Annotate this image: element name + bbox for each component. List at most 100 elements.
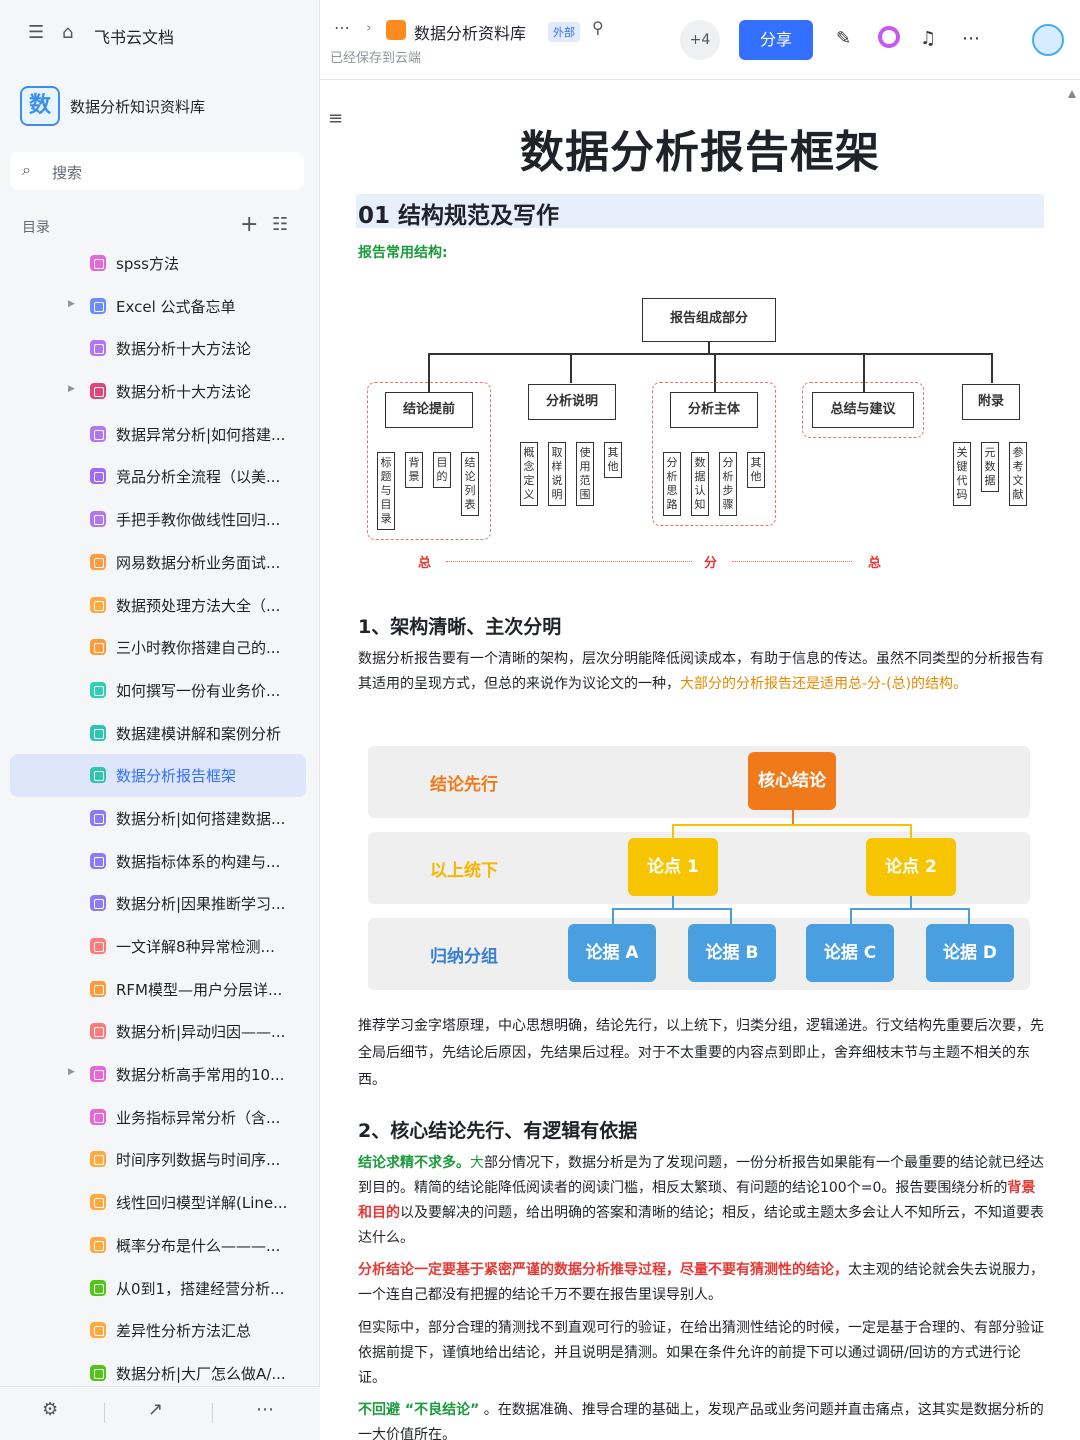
sidebar-item[interactable]: RFM模型—用户分层详... bbox=[10, 968, 306, 1011]
sidebar-item[interactable]: 从0到1，搭建经营分析... bbox=[10, 1267, 306, 1310]
edit-icon[interactable]: ✎ bbox=[836, 28, 851, 49]
sidebar-item[interactable]: 数据指标体系的构建与... bbox=[10, 840, 306, 883]
point-2-box: 论点 2 bbox=[866, 838, 956, 896]
sidebar-item[interactable]: 三小时教你搭建自己的... bbox=[10, 626, 306, 669]
knowledge-base-header[interactable]: 数 数据分析知识资料库 bbox=[20, 84, 310, 130]
evidence-d-box: 论据 D bbox=[926, 924, 1014, 982]
toc-title: 目录 bbox=[22, 220, 50, 236]
ai-assistant-icon[interactable] bbox=[878, 26, 900, 48]
row-label-grouping: 归纳分组 bbox=[430, 947, 498, 967]
sidebar-item-label: 概率分布是什么———... bbox=[116, 1236, 281, 1255]
sidebar-item[interactable]: 数据建模讲解和案例分析 bbox=[10, 712, 306, 755]
leaf-analysis-steps: 分析步骤 bbox=[719, 452, 737, 516]
section-2-paragraph-3: 但实际中，部分合理的猜测找不到直观可行的验证，在给出猜测性结论的时候，一定是基于… bbox=[358, 1320, 1044, 1386]
sidebar-item[interactable]: 一文详解8种异常检测... bbox=[10, 925, 306, 968]
heading-1-text: 01 结构规范及写作 bbox=[358, 203, 560, 229]
leaf-concept-definition: 概念定义 bbox=[520, 442, 538, 506]
user-avatar[interactable] bbox=[1032, 24, 1064, 56]
settings-icon[interactable]: ⚙ bbox=[42, 1399, 58, 1420]
structure-label: 报告常用结构: bbox=[358, 245, 448, 261]
sidebar-item[interactable]: 数据异常分析|如何搭建... bbox=[10, 413, 306, 456]
sidebar-item[interactable]: ▶ 数据分析高手常用的10... bbox=[10, 1053, 306, 1096]
label-total-start: 总 bbox=[418, 556, 432, 571]
leaf-scope: 使用范围 bbox=[576, 442, 594, 506]
knowledge-base-logo: 数 bbox=[20, 86, 60, 126]
document-icon bbox=[90, 340, 106, 357]
sidebar-item[interactable]: ▶ 数据分析十大方法论 bbox=[10, 370, 306, 413]
sidebar-item[interactable]: ▶ Excel 公式备忘单 bbox=[10, 285, 306, 328]
search-placeholder: 搜索 bbox=[52, 164, 83, 182]
evidence-c-box: 论据 C bbox=[806, 924, 894, 982]
sidebar-item[interactable]: 网易数据分析业务面试... bbox=[10, 541, 306, 584]
sidebar-item[interactable]: 数据分析|异动归因——... bbox=[10, 1010, 306, 1053]
leaf-data-cognition: 数据认知 bbox=[691, 452, 709, 516]
sidebar-item-label: 数据分析报告框架 bbox=[116, 767, 237, 786]
sidebar-item[interactable]: 概率分布是什么———... bbox=[10, 1224, 306, 1267]
more-breadcrumb-icon[interactable]: ⋯ bbox=[334, 18, 350, 37]
add-page-icon[interactable]: + bbox=[240, 212, 258, 237]
collaborators-count[interactable]: +4 bbox=[680, 20, 720, 60]
sidebar-item-label: Excel 公式备忘单 bbox=[116, 297, 236, 316]
sidebar-item[interactable]: 数据分析|因果推断学习... bbox=[10, 882, 306, 925]
expand-arrow-icon[interactable]: ▶ bbox=[68, 299, 75, 309]
knowledge-base-name: 数据分析知识资料库 bbox=[70, 98, 206, 116]
pin-icon[interactable]: ⚲ bbox=[592, 18, 604, 37]
sidebar-item[interactable]: 数据分析十大方法论 bbox=[10, 327, 306, 370]
node-conclusion-first: 结论提前 bbox=[385, 392, 473, 428]
sidebar-item[interactable]: 线性回归模型详解(Line... bbox=[10, 1181, 306, 1224]
sidebar-item-label: spss方法 bbox=[116, 255, 179, 273]
document-icon bbox=[90, 681, 106, 698]
label-total-end: 总 bbox=[868, 556, 882, 571]
notification-bell-icon[interactable]: ♫ bbox=[920, 28, 936, 49]
sidebar-item[interactable]: 差异性分析方法汇总 bbox=[10, 1309, 306, 1352]
section-1-paragraph-2: 推荐学习金字塔原理，中心思想明确，结论先行，以上统下，归类分组，逻辑递进。行文结… bbox=[358, 1018, 1044, 1088]
expand-arrow-icon[interactable]: ▶ bbox=[68, 384, 75, 394]
leaf-metadata: 元数据 bbox=[981, 442, 999, 492]
doc-type-icon bbox=[386, 20, 406, 40]
breadcrumb-title[interactable]: 数据分析资料库 bbox=[414, 20, 526, 44]
leaf-conclusion-list: 结论列表 bbox=[461, 452, 479, 516]
node-appendix: 附录 bbox=[962, 384, 1020, 420]
document-icon bbox=[90, 1108, 106, 1125]
more-options-icon[interactable]: ⋯ bbox=[962, 28, 980, 49]
sidebar-item[interactable]: 数据预处理方法大全（... bbox=[10, 584, 306, 627]
document-content: ≡ 数据分析报告框架 01 结构规范及写作 报告常用结构: 报告组成部分 结论提… bbox=[320, 80, 1080, 1440]
chevron-right-icon: › bbox=[366, 20, 372, 36]
sidebar-item-label: 数据建模讲解和案例分析 bbox=[116, 724, 282, 743]
sidebar-item[interactable]: 数据分析报告框架 bbox=[10, 754, 306, 797]
section-1-title: 1、架构清晰、主次分明 bbox=[358, 616, 562, 638]
sidebar-top-bar: ☰ ⌂ 飞书云文档 bbox=[0, 14, 320, 54]
document-icon bbox=[90, 980, 106, 997]
document-icon bbox=[90, 297, 106, 314]
pyramid-diagram: 结论先行 以上统下 归纳分组 核心结论 论点 1 论点 2 论据 A 论据 B … bbox=[368, 744, 1058, 994]
sidebar-item[interactable]: 数据分析|如何搭建数据... bbox=[10, 797, 306, 840]
report-structure-diagram: 报告组成部分 结论提前 标题与目录 背景 目的 结论列表 分析说明 概念定义 取… bbox=[360, 290, 1050, 580]
point-1-box: 论点 1 bbox=[628, 838, 718, 896]
leaf-analysis-approach: 分析思路 bbox=[663, 452, 681, 516]
more-icon[interactable]: ⋯ bbox=[256, 1399, 274, 1420]
expand-arrow-icon[interactable]: ▶ bbox=[68, 1067, 75, 1077]
sidebar-item[interactable]: 竞品分析全流程（以美... bbox=[10, 455, 306, 498]
sidebar-item[interactable]: spss方法 bbox=[10, 242, 306, 285]
label-part: 分 bbox=[704, 556, 718, 571]
leaf-references: 参考文献 bbox=[1009, 442, 1027, 506]
sidebar-item[interactable]: 手把手教你做线性回归... bbox=[10, 498, 306, 541]
heading-1: 01 结构规范及写作 bbox=[356, 194, 1044, 229]
home-icon[interactable]: ⌂ bbox=[62, 22, 73, 43]
sidebar-item[interactable]: 业务指标异常分析（含... bbox=[10, 1096, 306, 1139]
sidebar-item-label: 数据分析高手常用的10... bbox=[116, 1066, 285, 1085]
search-input[interactable]: ⌕ 搜索 bbox=[10, 152, 304, 190]
sidebar-item-label: 数据分析十大方法论 bbox=[116, 383, 252, 402]
document-icon bbox=[90, 425, 106, 442]
document-icon bbox=[90, 553, 106, 570]
share-button[interactable]: 分享 bbox=[739, 20, 813, 60]
sidebar-item[interactable]: 如何撰写一份有业务价... bbox=[10, 669, 306, 712]
collapse-sidebar-icon[interactable]: ☰ bbox=[28, 22, 44, 43]
sidebar-item[interactable]: 时间序列数据与时间序... bbox=[10, 1138, 306, 1181]
sidebar-item-label: 数据分析|如何搭建数据... bbox=[116, 809, 286, 828]
sidebar-item-label: 从0到1，搭建经营分析... bbox=[116, 1279, 285, 1298]
share-out-icon[interactable]: ↗ bbox=[148, 1399, 163, 1420]
sidebar-item-label: 数据预处理方法大全（... bbox=[116, 596, 281, 615]
app-brand[interactable]: 飞书云文档 bbox=[94, 24, 174, 48]
toc-options-icon[interactable]: ☷ bbox=[272, 214, 288, 235]
